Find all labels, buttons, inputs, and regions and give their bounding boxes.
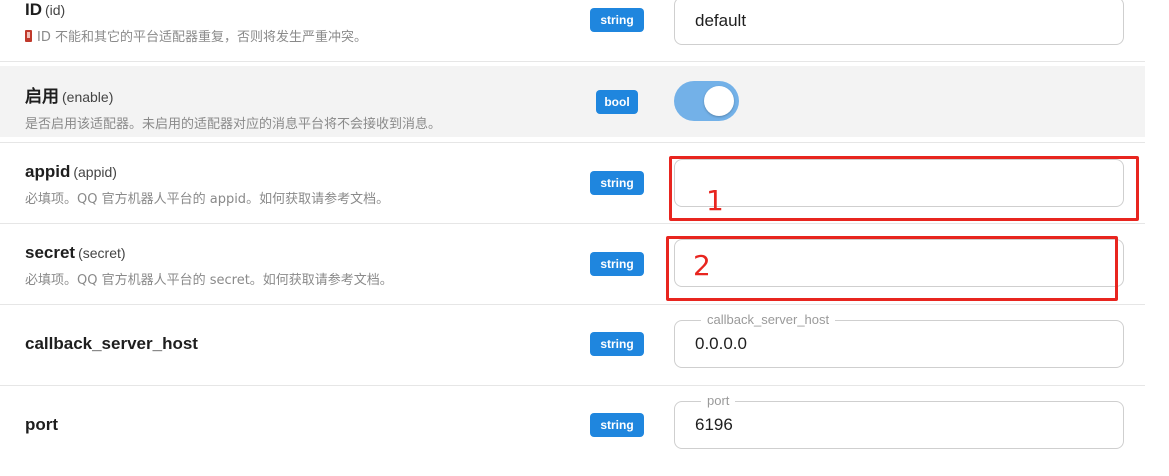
config-row-enable: 启用 (enable) 是否启用该适配器。未启用的适配器对应的消息平台将不会接收到… xyxy=(0,66,1145,137)
config-row-port: port string port 6196 xyxy=(0,386,1145,476)
callback-server-host-legend: callback_server_host xyxy=(701,312,836,327)
config-label-secret: secret (secret) 必填项。QQ 官方机器人平台的 secret。如何… xyxy=(25,243,393,288)
config-name: appid xyxy=(25,162,71,181)
config-name: secret xyxy=(25,243,76,262)
port-input[interactable]: port 6196 xyxy=(674,393,1124,449)
config-name: 启用 xyxy=(25,87,59,106)
config-label-callback-server-host: callback_server_host xyxy=(25,334,198,354)
id-input[interactable]: default xyxy=(674,0,1124,45)
id-input-value[interactable]: default xyxy=(695,11,746,31)
config-desc-secret: 必填项。QQ 官方机器人平台的 secret。如何获取请参考文档。 xyxy=(25,273,393,288)
config-title-callback-server-host: callback_server_host xyxy=(25,334,198,353)
config-key: (id) xyxy=(45,2,66,18)
config-desc-appid: 必填项。QQ 官方机器人平台的 appid。如何获取请参考文档。 xyxy=(25,192,390,207)
config-title-appid: appid (appid) xyxy=(25,162,389,182)
enable-toggle[interactable] xyxy=(674,81,739,121)
annotation-number-2: 2 xyxy=(693,249,711,282)
callback-server-host-input[interactable]: callback_server_host 0.0.0.0 xyxy=(674,312,1124,368)
config-label-appid: appid (appid) 必填项。QQ 官方机器人平台的 appid。如何获取请… xyxy=(25,162,389,207)
config-label-id: ID (id) ID 不能和其它的平台适配器重复，否则将发生严重冲突。 xyxy=(25,0,367,45)
warning-icon xyxy=(25,30,32,42)
port-input-value[interactable]: 6196 xyxy=(695,415,733,435)
config-key: (secret) xyxy=(78,245,126,261)
adapter-config-form: ID (id) ID 不能和其它的平台适配器重复，否则将发生严重冲突。 strin… xyxy=(0,0,1169,476)
config-key: (appid) xyxy=(73,164,117,180)
type-badge-string: string xyxy=(590,252,644,276)
type-badge-string: string xyxy=(590,332,644,356)
config-name: ID xyxy=(25,0,42,19)
type-badge-bool: bool xyxy=(596,90,638,114)
annotation-box-1 xyxy=(669,156,1139,221)
toggle-knob[interactable] xyxy=(704,86,734,116)
config-title-enable: 启用 (enable) xyxy=(25,82,441,107)
type-badge-string: string xyxy=(590,171,644,195)
config-desc-id: ID 不能和其它的平台适配器重复，否则将发生严重冲突。 xyxy=(25,26,367,45)
config-label-enable: 启用 (enable) 是否启用该适配器。未启用的适配器对应的消息平台将不会接收到… xyxy=(25,82,441,132)
config-key: (enable) xyxy=(62,89,114,105)
port-legend: port xyxy=(701,393,736,408)
type-badge-string: string xyxy=(590,413,644,437)
config-title-id: ID (id) xyxy=(25,0,367,20)
config-row-id: ID (id) ID 不能和其它的平台适配器重复，否则将发生严重冲突。 strin… xyxy=(0,0,1145,62)
callback-server-host-value[interactable]: 0.0.0.0 xyxy=(695,334,747,354)
annotation-box-2 xyxy=(666,236,1118,301)
annotation-number-1: 1 xyxy=(706,184,724,217)
type-badge-string: string xyxy=(590,8,644,32)
config-title-secret: secret (secret) xyxy=(25,243,393,263)
config-title-port: port xyxy=(25,415,59,434)
config-desc-enable: 是否启用该适配器。未启用的适配器对应的消息平台将不会接收到消息。 xyxy=(25,117,442,132)
config-desc-text: ID 不能和其它的平台适配器重复，否则将发生严重冲突。 xyxy=(37,30,367,45)
config-label-port: port xyxy=(25,415,58,435)
config-row-callback-server-host: callback_server_host string callback_ser… xyxy=(0,305,1145,386)
